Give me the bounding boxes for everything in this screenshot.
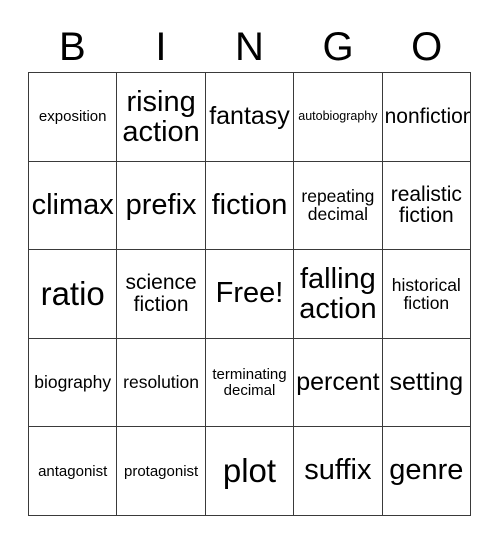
bingo-cell-label: nonfiction xyxy=(384,105,471,129)
bingo-cell-label: historical fiction xyxy=(391,274,461,313)
bingo-cell-label: protagonist xyxy=(123,462,199,480)
bingo-cell-r2c5[interactable]: realistic fiction xyxy=(382,161,471,251)
bingo-cell-label: suffix xyxy=(304,454,372,487)
bingo-cell-label: repeating decimal xyxy=(301,186,375,225)
bingo-cell-label: antagonist xyxy=(38,462,108,480)
bingo-cell-label: prefix xyxy=(125,188,197,221)
bingo-cell-r4c4[interactable]: percent xyxy=(294,338,383,428)
bingo-cell-r2c1[interactable]: climax xyxy=(29,161,118,251)
bingo-cell-r5c1[interactable]: antagonist xyxy=(29,427,118,516)
bingo-cell-r3c1[interactable]: ratio xyxy=(29,250,118,339)
bingo-cell-r5c4[interactable]: suffix xyxy=(294,427,383,516)
bingo-cell-r5c2[interactable]: protagonist xyxy=(117,427,206,516)
bingo-cell-r2c3[interactable]: fiction xyxy=(205,161,295,251)
bingo-cell-label: percent xyxy=(296,367,380,396)
bingo-cell-r3c2[interactable]: science fiction xyxy=(117,250,206,339)
bingo-cell-r2c4[interactable]: repeating decimal xyxy=(294,161,383,251)
bingo-cell-label: fantasy xyxy=(209,102,290,131)
bingo-cell-r1c5[interactable]: nonfiction xyxy=(382,73,471,162)
bingo-cell-label: exposition xyxy=(38,108,107,126)
bingo-cell-label: falling action xyxy=(299,262,377,325)
bingo-cell-r5c3[interactable]: plot xyxy=(205,427,295,516)
bingo-cell-r3c4[interactable]: falling action xyxy=(294,250,383,339)
bingo-cell-r3c5[interactable]: historical fiction xyxy=(382,250,471,339)
bingo-card: B I N G O exposition rising action fanta… xyxy=(0,0,500,544)
bingo-cell-r1c2[interactable]: rising action xyxy=(117,73,206,162)
bingo-header-letter-b: B xyxy=(58,25,86,69)
bingo-free-space-label: Free! xyxy=(215,277,284,310)
bingo-cell-label: biography xyxy=(34,371,112,392)
bingo-cell-r4c1[interactable]: biography xyxy=(29,338,118,428)
bingo-cell-label: terminating decimal xyxy=(212,366,287,399)
bingo-cell-label: rising action xyxy=(122,85,200,148)
bingo-grid: exposition rising action fantasy autobio… xyxy=(28,72,471,516)
bingo-header-letter-n: N xyxy=(235,25,264,69)
bingo-cell-r4c5[interactable]: setting xyxy=(382,338,471,428)
bingo-cell-label: autobiography xyxy=(298,109,378,124)
bingo-cell-r1c3[interactable]: fantasy xyxy=(205,73,295,162)
bingo-cell-r1c1[interactable]: exposition xyxy=(29,73,118,162)
bingo-cell-r4c3[interactable]: terminating decimal xyxy=(205,338,295,428)
bingo-header-letter-o: O xyxy=(411,25,443,69)
bingo-header: B I N G O xyxy=(28,22,471,72)
bingo-cell-label: resolution xyxy=(123,371,200,392)
bingo-cell-label: science fiction xyxy=(125,271,197,316)
bingo-cell-label: genre xyxy=(389,454,464,487)
bingo-cell-label: realistic fiction xyxy=(390,182,462,228)
bingo-header-letter-i: I xyxy=(155,25,167,69)
bingo-cell-label: plot xyxy=(222,452,277,490)
bingo-cell-label: climax xyxy=(31,188,114,221)
bingo-cell-label: fiction xyxy=(211,188,288,221)
bingo-cell-r4c2[interactable]: resolution xyxy=(117,338,206,428)
bingo-cell-r5c5[interactable]: genre xyxy=(382,427,471,516)
bingo-cell-free-space[interactable]: Free! xyxy=(205,250,295,339)
bingo-cell-r1c4[interactable]: autobiography xyxy=(294,73,383,162)
bingo-cell-label: ratio xyxy=(40,275,105,313)
bingo-cell-r2c2[interactable]: prefix xyxy=(117,161,206,251)
bingo-cell-label: setting xyxy=(389,367,464,396)
bingo-header-letter-g: G xyxy=(322,25,354,69)
